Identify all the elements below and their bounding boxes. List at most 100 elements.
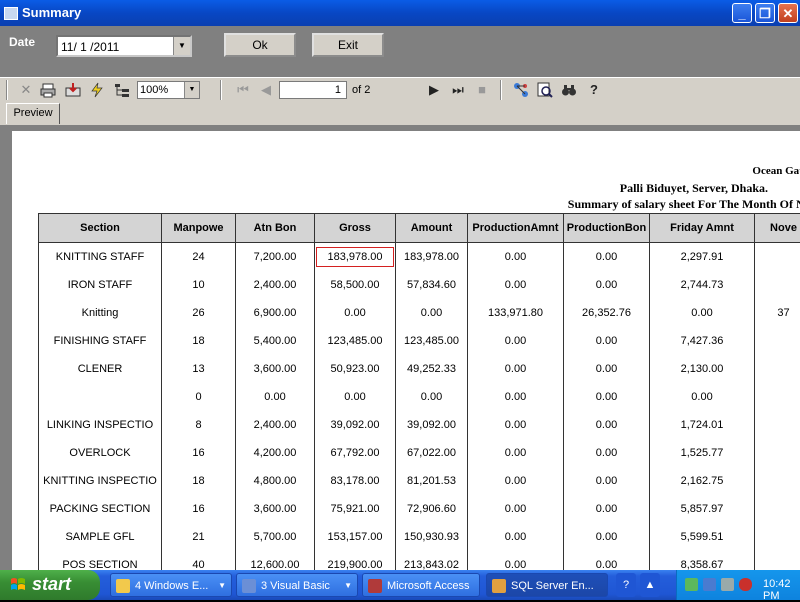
table-cell[interactable]: KNITTING STAFF [39, 243, 162, 271]
table-cell[interactable]: 2,400.00 [236, 411, 315, 439]
table-cell[interactable]: 2,162.75 [650, 467, 755, 495]
table-cell[interactable]: 150,930.93 [396, 523, 468, 551]
table-cell[interactable] [755, 411, 800, 439]
table-cell[interactable] [755, 495, 800, 523]
table-cell[interactable]: 5,700.00 [236, 523, 315, 551]
table-cell[interactable]: 0.00 [564, 355, 650, 383]
help-icon[interactable]: ? [616, 573, 636, 597]
table-cell[interactable]: 6,900.00 [236, 299, 315, 327]
table-cell[interactable] [755, 383, 800, 411]
table-cell[interactable]: 5,599.51 [650, 523, 755, 551]
export-icon[interactable] [65, 82, 81, 98]
table-cell[interactable] [755, 551, 800, 570]
refresh-icon[interactable] [89, 82, 105, 98]
table-cell[interactable]: 123,485.00 [396, 327, 468, 355]
table-cell[interactable]: 5,857.97 [650, 495, 755, 523]
table-cell[interactable]: 0.00 [468, 271, 564, 299]
table-cell[interactable]: 72,906.60 [396, 495, 468, 523]
preview-area[interactable]: Ocean Gate Sweater Ltd Palli Biduyet, Se… [0, 125, 800, 570]
table-cell[interactable]: 83,178.00 [315, 467, 396, 495]
show-hidden-icon[interactable]: ▲ [640, 573, 660, 597]
table-cell[interactable]: 37 [755, 299, 800, 327]
table-cell[interactable]: 7,200.00 [236, 243, 315, 271]
stop-icon[interactable]: ■ [474, 82, 490, 98]
table-cell[interactable]: 0.00 [564, 327, 650, 355]
volume-icon[interactable] [721, 578, 734, 591]
table-cell[interactable]: 3,600.00 [236, 355, 315, 383]
table-cell[interactable]: 8 [162, 411, 236, 439]
table-cell[interactable]: 0.00 [564, 551, 650, 570]
table-cell[interactable]: IRON STAFF [39, 271, 162, 299]
table-cell[interactable]: 0.00 [468, 411, 564, 439]
table-cell[interactable]: 7,427.36 [650, 327, 755, 355]
taskbar-item[interactable]: Microsoft Access [362, 573, 480, 597]
sql-agent-icon[interactable] [703, 578, 716, 591]
table-cell[interactable]: 0.00 [468, 523, 564, 551]
table-cell[interactable]: SAMPLE GFL [39, 523, 162, 551]
table-cell[interactable]: 153,157.00 [315, 523, 396, 551]
table-cell[interactable] [755, 523, 800, 551]
table-cell[interactable]: 0.00 [468, 439, 564, 467]
prev-page-icon[interactable]: ◀ [258, 82, 274, 98]
table-cell[interactable]: 0.00 [468, 495, 564, 523]
ok-button[interactable]: Ok [224, 33, 296, 57]
table-cell[interactable]: 10 [162, 271, 236, 299]
start-button[interactable]: start [0, 570, 100, 600]
table-cell[interactable] [755, 327, 800, 355]
table-cell[interactable]: 12,600.00 [236, 551, 315, 570]
security-shield-icon[interactable] [739, 578, 752, 591]
zoom-icon[interactable] [537, 82, 553, 98]
table-cell[interactable]: 3,600.00 [236, 495, 315, 523]
table-cell[interactable]: 183,978.00 [315, 243, 396, 271]
table-cell[interactable]: 0.00 [468, 243, 564, 271]
table-cell[interactable]: Knitting [39, 299, 162, 327]
table-cell[interactable]: 0.00 [564, 271, 650, 299]
table-cell[interactable]: 58,500.00 [315, 271, 396, 299]
minimize-button[interactable]: _ [732, 3, 752, 23]
table-cell[interactable]: 0.00 [564, 439, 650, 467]
table-cell[interactable]: 0.00 [650, 299, 755, 327]
close-button[interactable]: ✕ [778, 3, 798, 23]
table-cell[interactable]: 2,400.00 [236, 271, 315, 299]
table-cell[interactable]: 18 [162, 467, 236, 495]
network-icon[interactable] [685, 578, 698, 591]
zoom-select[interactable]: 100% ▼ [137, 81, 200, 99]
table-cell[interactable]: 18 [162, 327, 236, 355]
table-cell[interactable]: 67,792.00 [315, 439, 396, 467]
table-cell[interactable] [755, 355, 800, 383]
table-cell[interactable]: 1,525.77 [650, 439, 755, 467]
chevron-down-icon[interactable]: ▼ [173, 37, 190, 55]
table-cell[interactable]: 0.00 [315, 383, 396, 411]
table-cell[interactable]: 0.00 [396, 383, 468, 411]
table-cell[interactable]: 16 [162, 495, 236, 523]
connect-icon[interactable] [513, 82, 529, 98]
table-cell[interactable]: 5,400.00 [236, 327, 315, 355]
table-cell[interactable]: LINKING INSPECTIO [39, 411, 162, 439]
table-cell[interactable]: 0.00 [468, 383, 564, 411]
table-cell[interactable]: 0.00 [564, 495, 650, 523]
table-cell[interactable]: 219,900.00 [315, 551, 396, 570]
table-cell[interactable] [755, 439, 800, 467]
table-cell[interactable]: 50,923.00 [315, 355, 396, 383]
table-cell[interactable]: 21 [162, 523, 236, 551]
table-cell[interactable] [755, 467, 800, 495]
table-cell[interactable]: 0 [162, 383, 236, 411]
table-cell[interactable]: OVERLOCK [39, 439, 162, 467]
table-cell[interactable]: 183,978.00 [396, 243, 468, 271]
next-page-icon[interactable]: ▶ [426, 82, 442, 98]
table-cell[interactable]: 57,834.60 [396, 271, 468, 299]
table-cell[interactable]: 13 [162, 355, 236, 383]
table-cell[interactable]: 16 [162, 439, 236, 467]
last-page-icon[interactable]: ⏭ [450, 82, 466, 98]
table-cell[interactable]: 0.00 [236, 383, 315, 411]
table-cell[interactable]: KNITTING INSPECTIO [39, 467, 162, 495]
table-cell[interactable]: 123,485.00 [315, 327, 396, 355]
taskbar-item[interactable]: 4 Windows E... ▼ [110, 573, 232, 597]
exit-button[interactable]: Exit [312, 33, 384, 57]
table-cell[interactable]: PACKING SECTION [39, 495, 162, 523]
table-cell[interactable]: 4,800.00 [236, 467, 315, 495]
tab-preview[interactable]: Preview [6, 103, 60, 124]
table-cell[interactable]: 1,724.01 [650, 411, 755, 439]
table-cell[interactable]: 39,092.00 [315, 411, 396, 439]
table-cell[interactable]: 133,971.80 [468, 299, 564, 327]
